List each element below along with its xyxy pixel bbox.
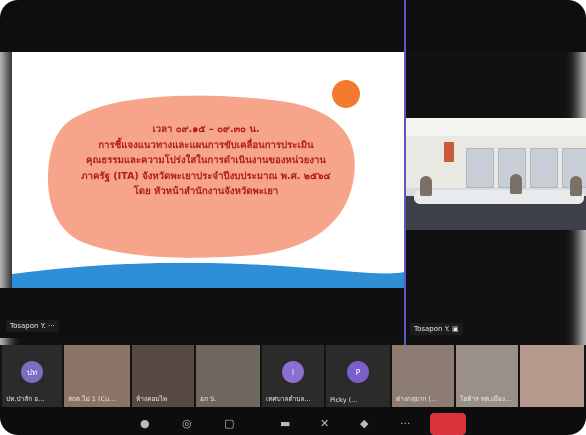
camera-window [466,148,494,188]
presenter-name: Tosapon Y. [10,322,46,330]
camera-name: Tosapon Y. [414,325,450,333]
slide-line: เวลา ๐๙.๑๕ – ๐๙.๓๐ น. [152,124,260,135]
participant-name: โยต้าร ทต.เมือง... [460,395,512,403]
camera-tabletop [414,190,584,204]
gallery-tile[interactable]: i เทศบาลตำบล... [262,345,324,407]
slide-line: คุณธรรมและความโปร่งใสในการดำเนินงานของหน… [86,155,326,166]
gallery-tile[interactable]: อภ S. [196,345,260,407]
camera-person [420,176,432,196]
mic-muted-icon: ▣ [452,325,459,333]
slide-line: การชี้แจงแนวทางและแผนการขับเคลื่อนการประ… [98,139,314,151]
slide-line: โดย หัวหน้าสำนักงานจังหวัดพะเยา [133,186,279,197]
slide-title-text: เวลา ๐๙.๑๕ – ๐๙.๓๐ น. การชี้แจงแนวทางและ… [60,122,352,200]
participant-name: เทศบาลตำบล... [266,395,311,403]
camera-person [570,176,582,196]
slide-wave-decoration [12,258,404,288]
camera-tile[interactable] [406,118,586,230]
more-options-icon[interactable]: ··· [48,322,55,330]
video-icon[interactable]: ▬ [280,417,290,430]
gallery-tile[interactable]: ต่างกลุ่ยาก (... [392,345,454,407]
gallery-tile[interactable]: P Picky (... [326,345,390,407]
presenter-name-tag: Tosapon Y. ··· [6,320,59,332]
mic-icon[interactable]: ● [140,417,150,430]
share-icon[interactable]: ✕ [320,417,329,430]
zoom-window: เวลา ๐๙.๑๕ – ๐๙.๓๐ น. การชี้แจงแนวทางและ… [0,0,586,435]
gallery-tile[interactable]: สถต.ไม่ 1 (Cu... [64,345,130,407]
camera-portrait-frame [444,142,454,162]
shared-screen: เวลา ๐๙.๑๕ – ๐๙.๓๐ น. การชี้แจงแนวทางและ… [12,52,404,288]
share-name-strip: Tosapon Y. ··· [0,288,404,338]
more-icon[interactable]: ··· [400,417,411,430]
avatar: i [282,361,304,383]
participant-name: สถต.ไม่ 1 (Cu... [68,395,116,403]
slide-line: ภาครัฐ (ITA) จังหวัดพะเยาประจำปีงบประมาณ… [81,170,331,182]
gallery-tile[interactable]: โยต้าร ทต.เมือง... [456,345,518,407]
leave-button[interactable] [430,413,466,435]
gallery-tile[interactable]: ปท ปท.ป่าสัก อ... [2,345,62,407]
gallery-tile[interactable] [520,345,584,407]
participant-name: ต่างกลุ่ยาก (... [396,395,438,403]
top-bar [0,0,586,52]
camera-person [510,174,522,194]
avatar: P [347,361,369,383]
chat-icon[interactable]: ▢ [224,417,234,430]
meeting-toolbar: ● ◎ ▢ ▬ ✕ ◆ ··· [0,407,586,435]
participant-name: Picky (... [330,396,358,404]
camera-window [530,148,558,188]
gallery-tile[interactable]: ห้างคอมไพ [132,345,194,407]
avatar: ปท [21,361,43,383]
participant-name: อภ S. [200,395,217,403]
camera-name-tag: Tosapon Y. ▣ [410,323,463,335]
orange-dot-decoration [332,80,360,108]
participant-name: ห้างคอมไพ [136,395,168,403]
participant-name: ปท.ป่าสัก อ... [6,395,45,403]
reactions-icon[interactable]: ◆ [360,417,368,430]
participants-icon[interactable]: ◎ [182,417,192,430]
gallery-strip: ปท ปท.ป่าสัก อ... สถต.ไม่ 1 (Cu... ห้างค… [0,345,586,407]
camera-ceiling [406,118,586,136]
